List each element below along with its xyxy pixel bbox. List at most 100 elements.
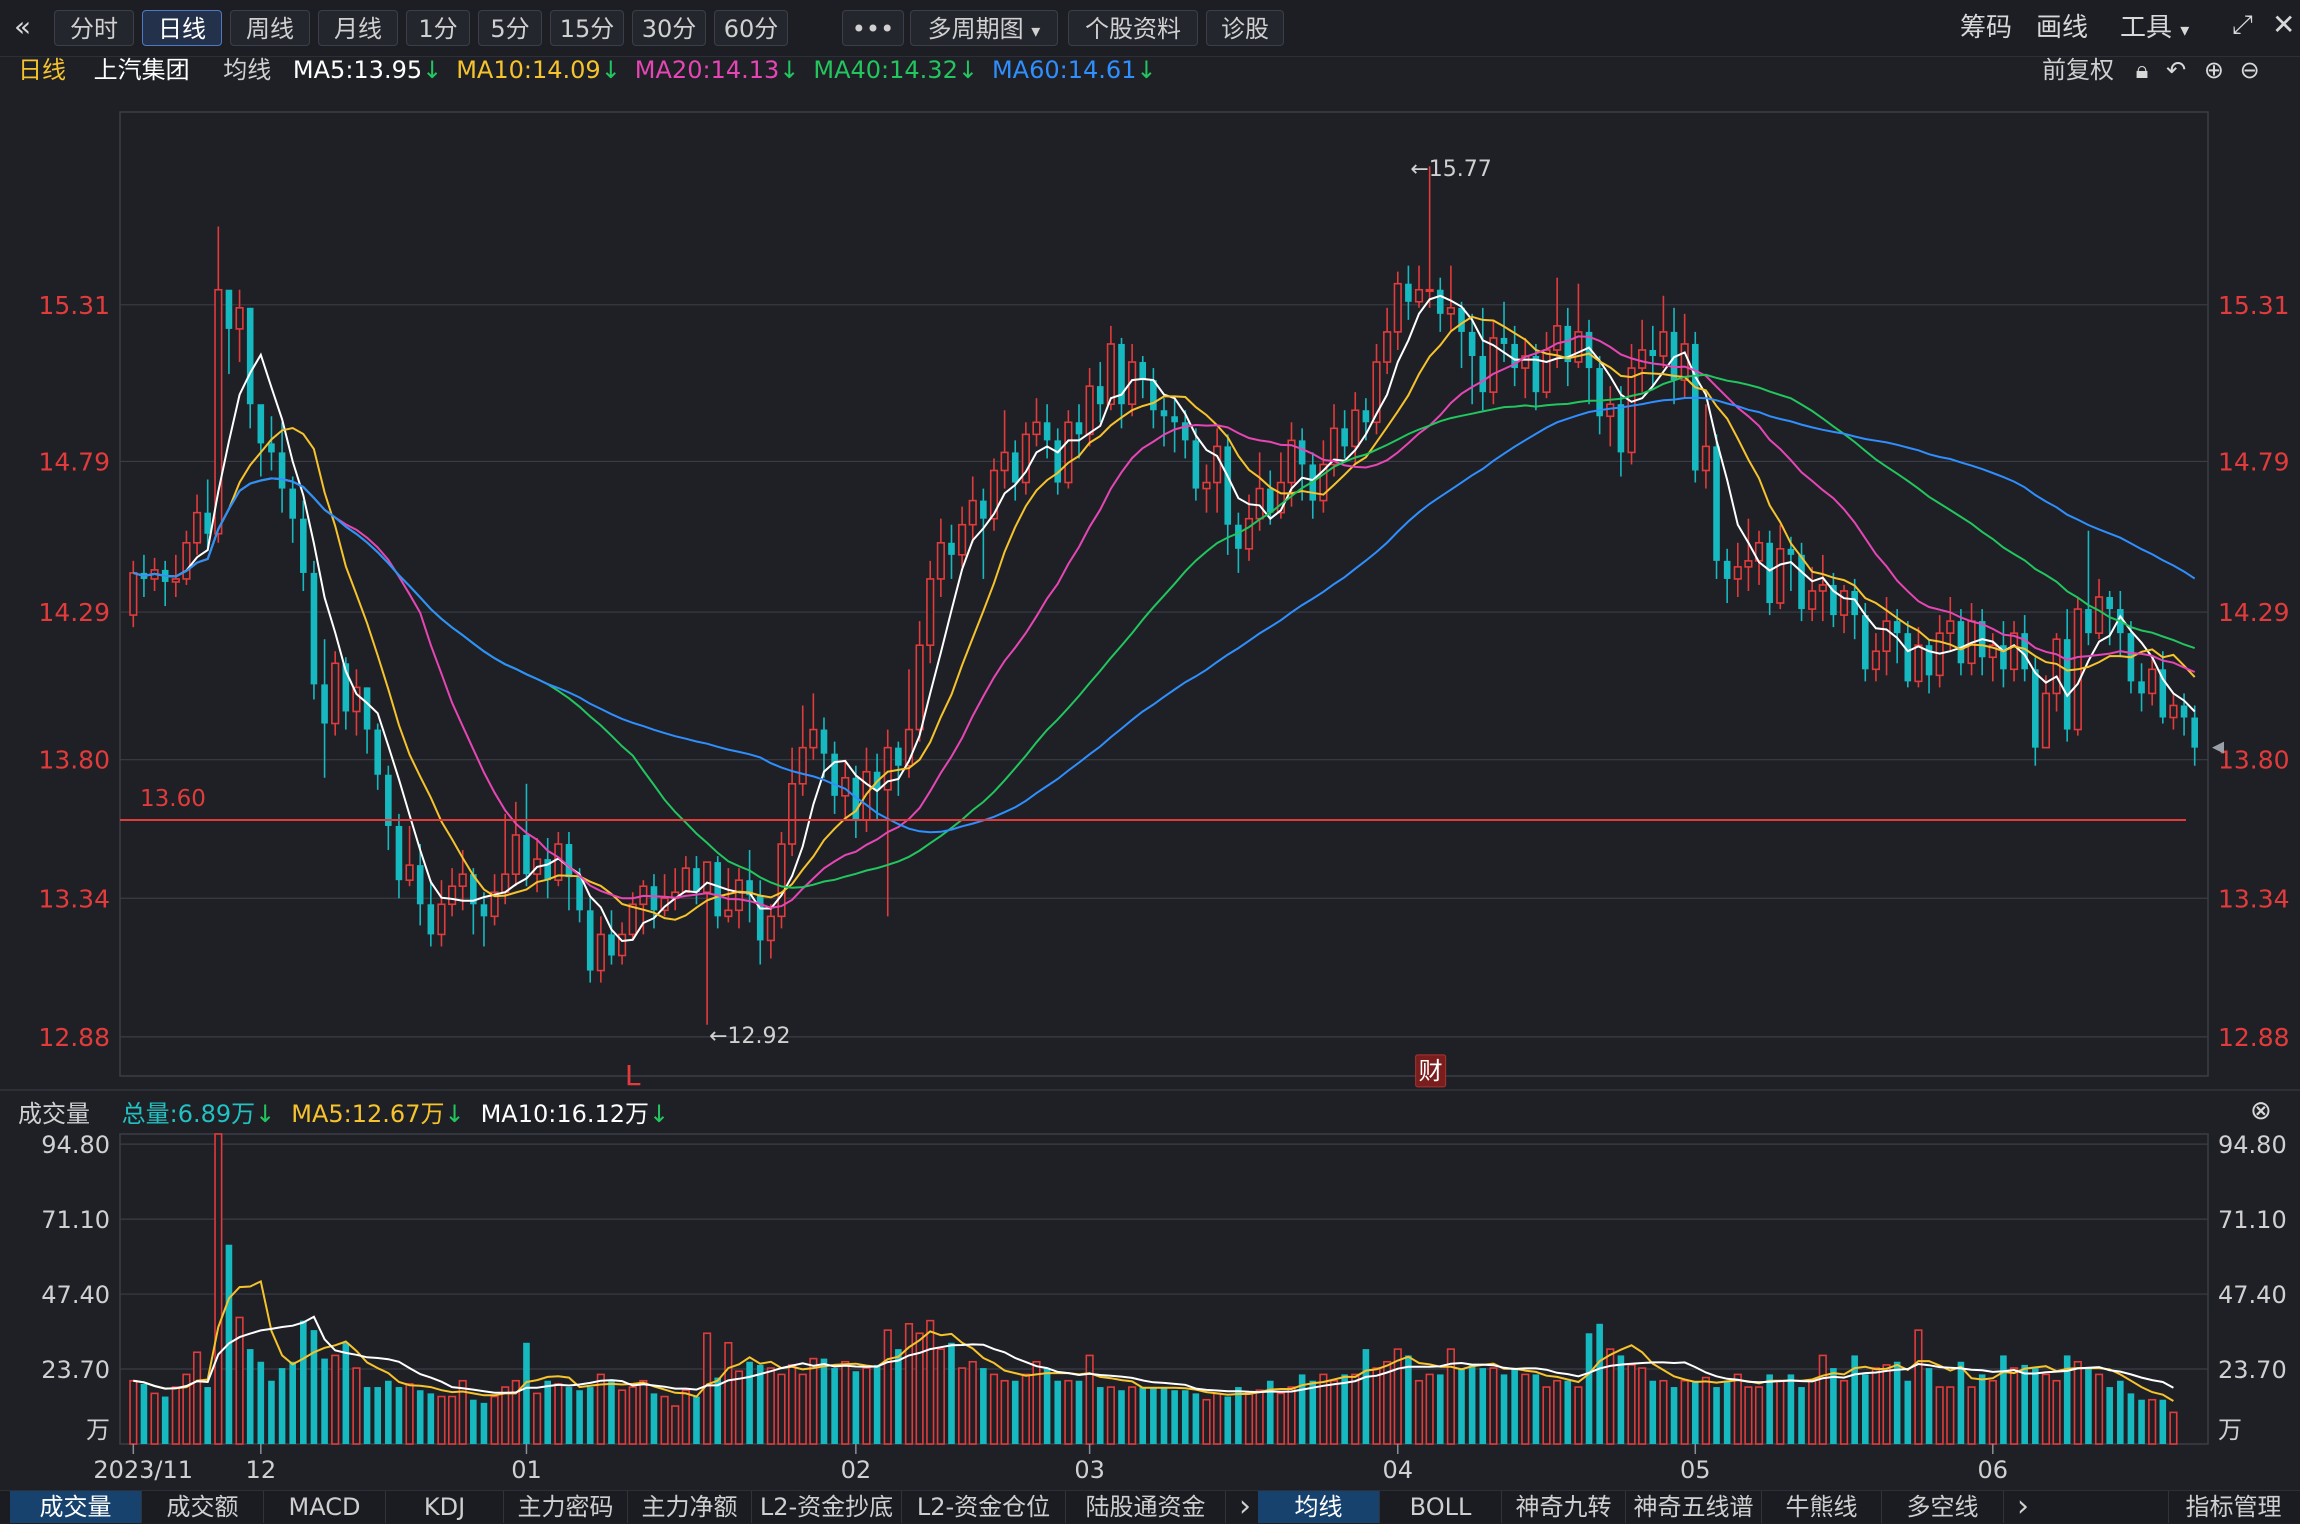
candle-body-down bbox=[1766, 542, 1773, 604]
date-tick-label: 01 bbox=[511, 1456, 542, 1484]
volume-bar-up bbox=[1287, 1386, 1296, 1445]
volume-bar-down bbox=[756, 1364, 764, 1444]
volume-tick-label-left: 47.40 bbox=[41, 1281, 110, 1309]
candle-body-up bbox=[192, 511, 202, 544]
price-tick-label-right: 13.80 bbox=[2218, 746, 2290, 775]
volume-bar-up bbox=[926, 1319, 935, 1445]
volume-bar-up bbox=[1244, 1392, 1254, 1445]
indicator-tab[interactable]: L2-资金仓位 bbox=[902, 1491, 1066, 1523]
volume-bar-down bbox=[1160, 1387, 1168, 1444]
volume-bar-up bbox=[2009, 1367, 2019, 1445]
indicator-manage-button[interactable]: 指标管理 bbox=[2168, 1491, 2298, 1523]
candle-body-up bbox=[331, 662, 340, 725]
candle-body-down bbox=[204, 512, 211, 534]
volume-bar-down bbox=[1224, 1396, 1232, 1444]
candle-body-up bbox=[129, 572, 138, 616]
volume-bar-down bbox=[1405, 1355, 1412, 1444]
overlay-tab[interactable]: 牛熊线 bbox=[1762, 1491, 1882, 1523]
reference-line-label: 13.60 bbox=[140, 786, 206, 812]
volume-bar-up bbox=[1329, 1379, 1339, 1445]
indicator-tab[interactable]: KDJ bbox=[386, 1491, 504, 1523]
volume-bar-up bbox=[639, 1379, 648, 1445]
volume-bar-down bbox=[1181, 1390, 1189, 1444]
candle-body-up bbox=[958, 523, 967, 556]
overlay-tab[interactable]: BOLL bbox=[1380, 1491, 1502, 1523]
volume-bar-down bbox=[1436, 1374, 1444, 1444]
indicator-tab[interactable]: 主力密码 bbox=[504, 1491, 628, 1523]
volume-bar-down bbox=[1766, 1374, 1773, 1444]
volume-bar-up bbox=[1701, 1376, 1711, 1445]
volume-bar-up bbox=[1659, 1379, 1668, 1445]
volume-bar-up bbox=[1064, 1379, 1073, 1445]
candle-body-up bbox=[458, 873, 467, 888]
candle-body-down bbox=[1054, 440, 1062, 483]
volume-bar-down bbox=[895, 1349, 902, 1444]
volume-bar-down bbox=[523, 1342, 530, 1444]
close-circle-icon[interactable]: ⊗ bbox=[2250, 1096, 2272, 1126]
volume-bar-down bbox=[2127, 1393, 2135, 1444]
overlay-tab[interactable]: 神奇九转 bbox=[1502, 1491, 1626, 1523]
chevron-right-icon[interactable]: › bbox=[1230, 1491, 1260, 1523]
price-tick-label-left: 13.80 bbox=[38, 746, 110, 775]
volume-ma-values: 总量:6.89万↓ MA5:12.67万↓ MA10:16.12万↓ bbox=[98, 1100, 670, 1128]
candle-body-down bbox=[2180, 705, 2188, 718]
candle-body-down bbox=[586, 910, 594, 971]
candle-body-down bbox=[246, 307, 254, 405]
volume-bar-up bbox=[936, 1348, 945, 1445]
chevron-right-icon[interactable]: › bbox=[2008, 1491, 2038, 1523]
candle-body-up bbox=[2169, 704, 2178, 719]
volume-tick-label-left: 94.80 bbox=[41, 1131, 110, 1159]
indicator-tab[interactable]: 陆股通资金 bbox=[1066, 1491, 1226, 1523]
overlay-tab[interactable]: 均线 bbox=[1258, 1491, 1380, 1523]
volume-bar-down bbox=[1978, 1374, 1986, 1444]
candle-body-down bbox=[1224, 446, 1232, 525]
volume-bar-down bbox=[1893, 1361, 1901, 1444]
volume-legend-value: MA10:16.12万 bbox=[480, 1100, 650, 1128]
candle-body-down bbox=[1235, 524, 1242, 549]
volume-bar-up bbox=[1351, 1373, 1360, 1445]
volume-bar-down bbox=[427, 1393, 435, 1444]
down-arrow-icon: ↓ bbox=[444, 1100, 465, 1128]
volume-bar-down bbox=[1511, 1368, 1518, 1444]
price-tick-label-left: 12.88 bbox=[38, 1023, 110, 1052]
volume-bar-up bbox=[1021, 1373, 1030, 1445]
candle-body-down bbox=[385, 774, 392, 826]
kline-chart[interactable]: 15.31 15.31 14.79 14.79 14.29 14.29 13.80 13.80… bbox=[0, 0, 2300, 1490]
candle-body-up bbox=[1627, 367, 1636, 454]
volume-bar-down bbox=[1192, 1393, 1200, 1444]
volume-bar-up bbox=[968, 1360, 977, 1445]
candle-body-down bbox=[321, 684, 328, 724]
candle-body-down bbox=[2032, 669, 2039, 748]
volume-bar-up bbox=[617, 1389, 627, 1445]
volume-tick-label-right: 47.40 bbox=[2218, 1281, 2287, 1309]
price-tick-label-right: 13.34 bbox=[2218, 884, 2290, 913]
volume-bar-up bbox=[1574, 1386, 1583, 1445]
overlay-tab[interactable]: 多空线 bbox=[1882, 1491, 2004, 1523]
candle-body-down bbox=[1192, 440, 1200, 489]
candle-body-down bbox=[1500, 337, 1508, 344]
volume-bar-down bbox=[321, 1358, 328, 1444]
indicator-tab[interactable]: MACD bbox=[264, 1491, 386, 1523]
candle-body-up bbox=[1106, 343, 1115, 406]
volume-bar-down bbox=[586, 1387, 594, 1444]
volume-bar-up bbox=[1627, 1364, 1636, 1445]
candle-body-down bbox=[1341, 428, 1348, 447]
indicator-tab[interactable]: L2-资金抄底 bbox=[752, 1491, 902, 1523]
candle-body-down bbox=[756, 895, 764, 941]
extreme-price-label: ←15.77 bbox=[1410, 157, 1491, 182]
volume-bar-up bbox=[1776, 1379, 1785, 1445]
indicator-tab[interactable]: 成交额 bbox=[142, 1491, 264, 1523]
candle-body-down bbox=[820, 729, 828, 754]
indicator-tab[interactable]: 成交量 bbox=[10, 1491, 142, 1523]
volume-bar-down bbox=[161, 1396, 169, 1444]
indicator-tab[interactable]: 主力净额 bbox=[628, 1491, 752, 1523]
volume-bar-down bbox=[385, 1380, 392, 1444]
volume-bar-down bbox=[1458, 1368, 1465, 1444]
overlay-tab[interactable]: 神奇五线谱 bbox=[1626, 1491, 1762, 1523]
volume-bar-up bbox=[1808, 1379, 1817, 1445]
volume-bar-up bbox=[1606, 1348, 1615, 1445]
volume-bar-up bbox=[458, 1379, 467, 1445]
volume-bar-up bbox=[437, 1395, 446, 1445]
volume-bar-down bbox=[395, 1387, 403, 1444]
candle-body-up bbox=[724, 909, 733, 918]
